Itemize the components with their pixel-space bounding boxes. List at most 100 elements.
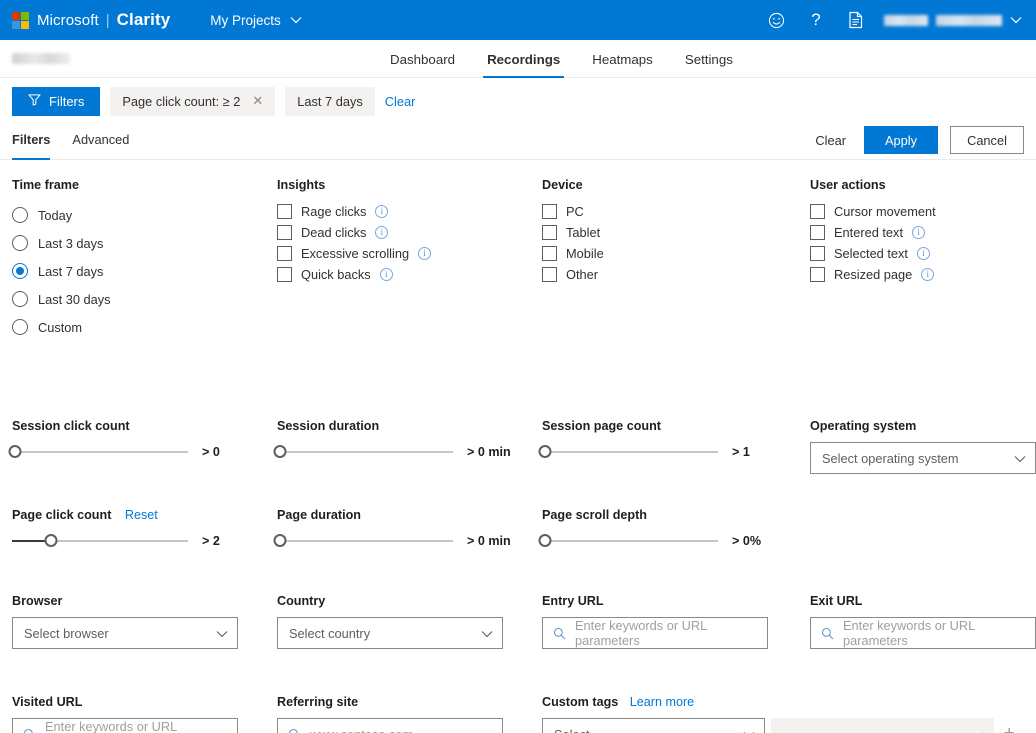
slider-rail	[542, 540, 718, 542]
exit-url-label: Exit URL	[810, 594, 863, 608]
checkbox-dead-clicks[interactable]: Dead clicks i	[277, 222, 518, 243]
info-icon[interactable]: i	[912, 226, 926, 239]
search-icon	[23, 728, 36, 733]
exit-url-input[interactable]: Enter keywords or URL parameters	[810, 617, 1036, 649]
search-icon	[821, 627, 834, 640]
time-frame-title: Time frame	[12, 178, 79, 192]
nav-tab-label: Recordings	[487, 51, 561, 67]
slider-track[interactable]	[273, 445, 453, 459]
slider-thumb[interactable]	[44, 534, 58, 547]
radio-circle-selected-icon	[12, 263, 28, 279]
help-question-icon[interactable]: ?	[796, 0, 836, 40]
slider-rail	[277, 451, 453, 453]
info-icon[interactable]: i	[921, 268, 935, 281]
radio-circle-icon	[12, 291, 28, 307]
checkbox-excessive-scrolling[interactable]: Excessive scrolling i	[277, 243, 518, 264]
exit-url-placeholder: Enter keywords or URL parameters	[843, 618, 975, 648]
info-icon[interactable]: i	[916, 247, 930, 260]
filter-chip-date-range[interactable]: Last 7 days	[285, 86, 375, 116]
radio-last-30-days[interactable]: Last 30 days	[12, 285, 253, 313]
microsoft-logo-icon	[12, 11, 29, 29]
radio-last-7-days[interactable]: Last 7 days	[12, 257, 253, 285]
slider-thumb[interactable]	[8, 445, 22, 458]
checkbox-selected-text[interactable]: Selected text i	[810, 243, 1000, 264]
cancel-button[interactable]: Cancel	[950, 126, 1024, 154]
add-custom-tag-button[interactable]: +	[994, 718, 1024, 733]
referring-site-input[interactable]: www.contoso.com	[277, 718, 503, 733]
nav-tab-settings[interactable]: Settings	[669, 40, 749, 78]
slider-value: > 0%	[732, 534, 762, 548]
radio-last-3-days[interactable]: Last 3 days	[12, 229, 253, 257]
apply-button[interactable]: Apply	[864, 126, 938, 154]
slider-thumb[interactable]	[538, 534, 552, 547]
filter-chip-page-click-count[interactable]: Page click count: ≥ 2 ✕	[110, 86, 276, 116]
entry-url-input[interactable]: Enter keywords or URL parameters	[542, 617, 768, 649]
radio-today[interactable]: Today	[12, 201, 253, 229]
slider-thumb[interactable]	[273, 534, 287, 547]
custom-tag-key-select[interactable]: Select	[542, 718, 766, 733]
browser-field: Browser Select browser	[12, 594, 277, 649]
checkbox-cursor-movement[interactable]: Cursor movement	[810, 201, 1000, 222]
checkbox-rage-clicks[interactable]: Rage clicks i	[277, 201, 518, 222]
radio-label: Last 3 days	[38, 235, 104, 251]
checkbox-pc[interactable]: PC	[542, 201, 786, 222]
filter-chip-label: Page click count: ≥ 2	[122, 93, 241, 109]
nav-tab-dashboard[interactable]: Dashboard	[374, 40, 471, 78]
slider-thumb[interactable]	[273, 445, 287, 458]
checkbox-icon	[810, 267, 825, 282]
custom-tags-label-text: Custom tags	[542, 695, 619, 709]
browser-select[interactable]: Select browser	[12, 617, 238, 649]
slider-track[interactable]	[12, 534, 188, 548]
feedback-smiley-icon[interactable]	[756, 0, 796, 40]
slider-track[interactable]	[538, 445, 718, 459]
my-projects-menu[interactable]: My Projects	[210, 13, 302, 28]
user-account-menu[interactable]	[884, 14, 1022, 26]
country-value: Select country	[289, 625, 371, 641]
info-icon[interactable]: i	[379, 268, 393, 281]
checkbox-resized-page[interactable]: Resized page i	[810, 264, 1000, 285]
slider-track[interactable]	[538, 534, 718, 548]
slider-label: Page scroll depth	[542, 508, 647, 522]
custom-tags-field: Custom tags Learn more Select +	[542, 695, 1024, 733]
checkbox-other[interactable]: Other	[542, 264, 786, 285]
operating-system-select[interactable]: Select operating system	[810, 442, 1036, 474]
slider-session-click-count: Session click count > 0	[8, 419, 277, 474]
reset-link[interactable]: Reset	[125, 508, 158, 522]
radio-circle-icon	[12, 235, 28, 251]
checkbox-mobile[interactable]: Mobile	[542, 243, 786, 264]
info-icon[interactable]: i	[375, 205, 389, 218]
country-select[interactable]: Select country	[277, 617, 503, 649]
radio-custom[interactable]: Custom	[12, 313, 253, 341]
clear-button[interactable]: Clear	[809, 127, 852, 154]
exit-url-field: Exit URL Enter keywords or URL parameter…	[810, 594, 1036, 649]
entry-url-placeholder: Enter keywords or URL parameters	[575, 618, 707, 648]
checkbox-icon	[542, 246, 557, 261]
slider-thumb[interactable]	[538, 445, 552, 458]
chevron-down-icon	[481, 626, 493, 641]
checkbox-label: Mobile	[566, 246, 604, 261]
slider-track[interactable]	[273, 534, 453, 548]
nav-tab-recordings[interactable]: Recordings	[471, 40, 576, 78]
close-icon[interactable]: ✕	[250, 93, 265, 109]
nav-tab-heatmaps[interactable]: Heatmaps	[576, 40, 669, 78]
info-icon[interactable]: i	[375, 226, 389, 239]
slider-value: > 2	[202, 534, 220, 548]
my-projects-label: My Projects	[210, 12, 281, 28]
slider-page-click-count: Page click count Reset > 2	[12, 508, 277, 548]
slider-label: Session page count	[542, 419, 661, 433]
tab-advanced[interactable]: Advanced	[62, 120, 139, 160]
visited-url-input[interactable]: Enter keywords or URL parameters	[12, 718, 238, 733]
slider-track[interactable]	[8, 445, 188, 459]
info-icon[interactable]: i	[418, 247, 432, 260]
clear-filters-link[interactable]: Clear	[385, 94, 416, 109]
tab-filters[interactable]: Filters	[12, 120, 60, 160]
filters-button[interactable]: Filters	[12, 86, 101, 116]
brand-microsoft: Microsoft	[37, 11, 99, 29]
custom-tag-value-select	[771, 718, 995, 733]
learn-more-link[interactable]: Learn more	[630, 695, 694, 709]
docs-page-icon[interactable]	[836, 0, 876, 40]
checkbox-quick-backs[interactable]: Quick backs i	[277, 264, 518, 285]
checkbox-icon	[277, 246, 292, 261]
checkbox-entered-text[interactable]: Entered text i	[810, 222, 1000, 243]
checkbox-tablet[interactable]: Tablet	[542, 222, 786, 243]
